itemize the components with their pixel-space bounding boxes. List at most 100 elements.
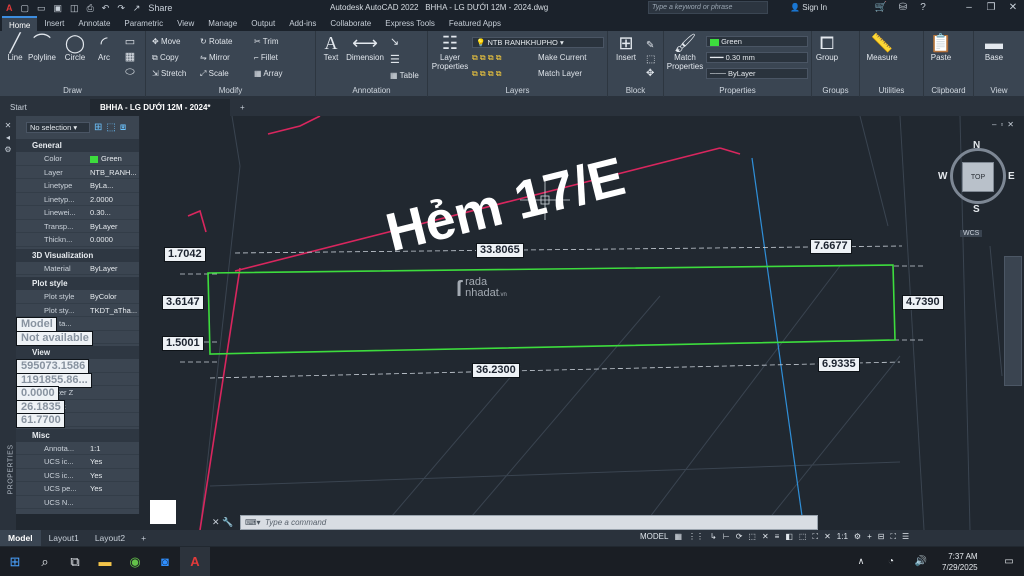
property-row[interactable]: UCS N... bbox=[16, 496, 139, 509]
customize-icon[interactable]: ☰ bbox=[902, 532, 909, 542]
dim-3[interactable]: 7.6677 bbox=[810, 239, 852, 254]
save-icon[interactable]: ▣ bbox=[54, 3, 63, 14]
wcs-menu[interactable]: WCS bbox=[960, 230, 983, 237]
measure-button[interactable]: 📏 Measure bbox=[864, 33, 900, 62]
isolate-objects-icon[interactable]: ⊟ bbox=[878, 532, 885, 542]
layer-tools-icons[interactable]: ⧉ ⧉ ⧉ ⧉ bbox=[472, 53, 502, 63]
infer-icon[interactable]: ↳ bbox=[710, 532, 717, 542]
search-input[interactable]: Type a keyword or phrase bbox=[648, 1, 768, 14]
copy-tool[interactable]: ⧉ Copy bbox=[152, 53, 179, 63]
tab-add-ins[interactable]: Add-ins bbox=[282, 16, 323, 31]
tab-manage[interactable]: Manage bbox=[201, 16, 244, 31]
property-section-header[interactable]: Plot style bbox=[16, 277, 139, 290]
tab-home[interactable]: Home bbox=[2, 16, 38, 31]
property-row[interactable]: Center X595073.1586 bbox=[16, 359, 139, 374]
close-button[interactable]: ✕ bbox=[1002, 0, 1024, 16]
property-row[interactable]: Color Green bbox=[16, 152, 139, 166]
property-value[interactable]: NTB_RANH... bbox=[86, 166, 139, 179]
layer-properties-button[interactable]: ☷ Layer Properties bbox=[430, 33, 470, 71]
property-row[interactable]: Thickn... 0.0000 bbox=[16, 233, 139, 247]
tab-annotate[interactable]: Annotate bbox=[71, 16, 117, 31]
property-value[interactable]: Yes bbox=[86, 455, 139, 468]
view-panel-title[interactable]: View bbox=[974, 86, 1024, 95]
trim-tool[interactable]: ✂ Trim bbox=[254, 37, 278, 46]
property-value[interactable]: ByLa... bbox=[86, 179, 139, 192]
tab-view[interactable]: View bbox=[170, 16, 201, 31]
property-section-header[interactable]: 3D Visualization bbox=[16, 248, 139, 262]
utilities-panel-title[interactable]: Utilities bbox=[860, 86, 923, 95]
base-view-button[interactable]: ▬ Base bbox=[980, 33, 1008, 62]
property-section-header[interactable]: View bbox=[16, 346, 139, 359]
toggle-pickadd-icon[interactable]: ⊞ bbox=[94, 122, 102, 133]
windows-start-icon[interactable]: ⊞ bbox=[0, 547, 30, 576]
restore-button[interactable]: ❐ bbox=[980, 0, 1002, 16]
markup-icon[interactable]: ☰ bbox=[390, 53, 400, 66]
help-icon[interactable]: ? bbox=[912, 0, 934, 16]
dim-7[interactable]: 36.2300 bbox=[472, 363, 520, 378]
line-tool[interactable]: ╱ Line bbox=[4, 33, 26, 62]
property-row[interactable]: Height26.1835 bbox=[16, 399, 139, 415]
open-icon[interactable]: ▭ bbox=[37, 3, 46, 14]
clean-screen-icon[interactable]: ⛶ bbox=[890, 532, 896, 542]
annotation-scale-value[interactable]: 1:1 bbox=[837, 532, 848, 542]
scale-tool[interactable]: ⤢ Scale bbox=[200, 69, 229, 79]
task-view-icon[interactable]: ⧉ bbox=[60, 547, 90, 576]
property-row[interactable]: Plot ta...Not available bbox=[16, 330, 139, 346]
dim-2[interactable]: 33.8065 bbox=[476, 243, 524, 258]
snap-icon[interactable]: ⋮⋮ bbox=[688, 532, 704, 542]
navigation-bar[interactable] bbox=[1004, 256, 1022, 386]
cart-icon[interactable]: 🛒 bbox=[870, 0, 892, 16]
isodraft-icon[interactable]: ✕ bbox=[762, 532, 769, 542]
property-row[interactable]: Linewei... 0.30... bbox=[16, 206, 139, 220]
wifi-icon[interactable]: ◔ bbox=[876, 547, 906, 576]
layers-panel-title[interactable]: Layers bbox=[428, 86, 607, 95]
property-value[interactable]: Yes bbox=[86, 469, 139, 482]
property-row[interactable]: Center Y1191855.86... bbox=[16, 372, 139, 388]
compass-s[interactable]: S bbox=[973, 204, 980, 215]
viewcube[interactable]: TOP N S W E WCS bbox=[938, 140, 1018, 237]
tab-model[interactable]: Model bbox=[0, 530, 41, 546]
property-row[interactable]: Transp... ByLayer bbox=[16, 220, 139, 233]
dimension-tool[interactable]: ⟷ Dimension bbox=[344, 33, 386, 62]
fillet-tool[interactable]: ⌐ Fillet bbox=[254, 53, 278, 62]
browser-icon[interactable]: ◉ bbox=[120, 547, 150, 576]
move-tool[interactable]: ✥ Move bbox=[152, 37, 181, 46]
autodesk-a360-icon[interactable]: ⛁ bbox=[892, 0, 914, 16]
property-value[interactable]: 0.30... bbox=[86, 206, 139, 219]
property-row[interactable]: Linetype ByLa... bbox=[16, 179, 139, 193]
compass-w[interactable]: W bbox=[938, 171, 947, 182]
property-value[interactable]: Green bbox=[86, 152, 139, 165]
share-icon[interactable]: ↗ bbox=[133, 3, 141, 14]
property-row[interactable]: Plot ta... Model bbox=[16, 317, 139, 332]
ortho-icon[interactable]: ⊢ bbox=[723, 532, 730, 542]
paste-button[interactable]: 📋 Paste bbox=[928, 33, 954, 62]
text-tool[interactable]: A Text bbox=[320, 33, 342, 62]
mirror-tool[interactable]: ⇋ Mirror bbox=[200, 53, 230, 62]
app-menu-icon[interactable]: A bbox=[6, 3, 13, 14]
file-explorer-icon[interactable]: ▬ bbox=[90, 547, 120, 576]
property-row[interactable]: UCS ic... Yes bbox=[16, 455, 139, 469]
new-layout-button[interactable]: + bbox=[133, 530, 154, 546]
viewport-controls[interactable]: –▫✕ bbox=[992, 120, 1018, 129]
lineweight-dropdown[interactable]: ━━━ 0.30 mm bbox=[706, 52, 808, 63]
tab-layout1[interactable]: Layout1 bbox=[41, 530, 87, 546]
palette-settings-icon[interactable]: ⚙ bbox=[4, 145, 11, 154]
modify-panel-title[interactable]: Modify bbox=[146, 86, 315, 95]
property-row[interactable]: UCS pe... Yes bbox=[16, 482, 139, 496]
share-label[interactable]: Share bbox=[148, 3, 172, 14]
draw-extra-tools[interactable]: ▭ ▦ ⬭ bbox=[120, 35, 140, 80]
osnap-icon[interactable]: ⬚ bbox=[748, 532, 756, 542]
tab-output[interactable]: Output bbox=[244, 16, 282, 31]
tab-start[interactable]: Start bbox=[0, 99, 90, 116]
tab-featured-apps[interactable]: Featured Apps bbox=[442, 16, 508, 31]
select-objects-icon[interactable]: ⬚ bbox=[106, 122, 115, 133]
property-row[interactable]: Center Z0.0000 bbox=[16, 386, 139, 401]
tray-chevron-icon[interactable]: ∧ bbox=[846, 547, 876, 576]
insert-block-button[interactable]: ⊞ Insert bbox=[612, 33, 640, 62]
block-extra-icons[interactable]: ✎ ⬚ ✥ bbox=[646, 39, 655, 81]
tab-collaborate[interactable]: Collaborate bbox=[323, 16, 378, 31]
stretch-tool[interactable]: ⇲ Stretch bbox=[152, 69, 186, 78]
property-value[interactable]: ByLayer bbox=[86, 220, 139, 233]
search-icon[interactable]: ⌕ bbox=[30, 547, 60, 576]
dim-6[interactable]: 1.5001 bbox=[162, 336, 204, 351]
